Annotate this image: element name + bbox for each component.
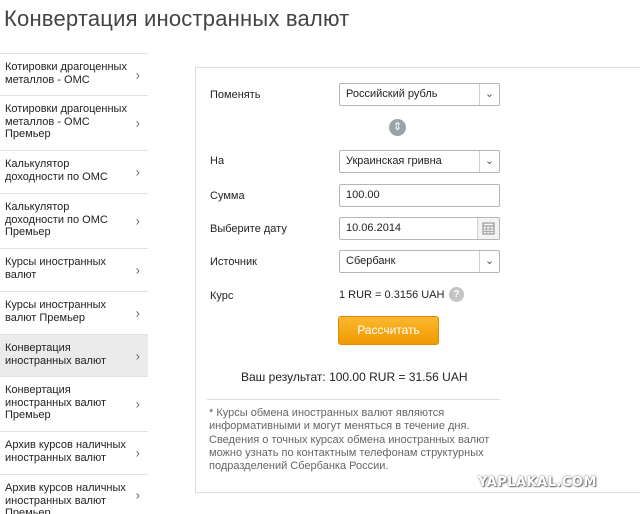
chevron-right-icon: › <box>135 262 140 278</box>
swap-currencies-icon[interactable]: ⇕ <box>389 119 406 136</box>
amount-label: Сумма <box>210 190 245 202</box>
sidebar-item-fx-rates-premier[interactable]: Курсы иностранных валют Премьер › <box>0 291 148 334</box>
sidebar-item-fx-conversion-premier[interactable]: Конвертация иностранных валют Премьер › <box>0 376 148 431</box>
sidebar-item-oms-calculator[interactable]: Калькулятор доходности по ОМС › <box>0 150 148 193</box>
page-title: Конвертация иностранных валют <box>4 6 350 31</box>
chevron-right-icon: › <box>135 115 140 131</box>
from-currency-value: Российский рубль <box>346 88 438 100</box>
chevron-right-icon: › <box>135 164 140 180</box>
to-currency-select[interactable]: Украинская гривна ⌄ <box>339 150 500 173</box>
chevron-right-icon: › <box>135 348 140 363</box>
calculate-button[interactable]: Рассчитать <box>338 316 439 345</box>
sidebar-item-label: Курсы иностранных валют <box>5 256 107 281</box>
sidebar-item-cash-archive[interactable]: Архив курсов наличных иностранных валют … <box>0 431 148 474</box>
sidebar-item-oms-quotes-premier[interactable]: Котировки драгоценных металлов - ОМС Пре… <box>0 95 148 150</box>
chevron-right-icon: › <box>135 445 140 461</box>
divider <box>207 399 500 400</box>
chevron-right-icon: › <box>135 487 140 502</box>
date-label: Выберите дату <box>210 223 287 235</box>
sidebar-item-label: Архив курсов наличных иностранных валют … <box>5 482 126 514</box>
disclaimer-note: * Курсы обмена иностранных валют являютс… <box>209 407 490 473</box>
source-value: Сбербанк <box>346 255 396 267</box>
chevron-right-icon: › <box>135 213 140 229</box>
to-currency-label: На <box>210 155 225 167</box>
sidebar-item-fx-conversion[interactable]: Конвертация иностранных валют › <box>0 334 148 376</box>
rate-label: Курс <box>210 290 234 302</box>
sidebar-item-label: Конвертация иностранных валют Премьер <box>5 384 107 421</box>
sidebar-item-cash-archive-premier[interactable]: Архив курсов наличных иностранных валют … <box>0 474 148 514</box>
amount-input[interactable]: 100.00 <box>339 184 500 207</box>
sidebar-item-label: Котировки драгоценных металлов - ОМС Пре… <box>5 103 127 140</box>
help-icon[interactable]: ? <box>449 287 464 302</box>
amount-value: 100.00 <box>346 189 380 201</box>
sidebar-item-label: Калькулятор доходности по ОМС Премьер <box>5 201 108 238</box>
watermark: YAPLAKAL.COM <box>478 475 597 490</box>
sidebar-item-label: Курсы иностранных валют Премьер <box>5 299 107 324</box>
chevron-right-icon: › <box>135 305 140 321</box>
sidebar-item-fx-rates[interactable]: Курсы иностранных валют › <box>0 248 148 291</box>
sidebar-item-oms-quotes[interactable]: Котировки драгоценных металлов - ОМС › <box>0 53 148 95</box>
date-input[interactable]: 10.06.2014 <box>339 217 500 240</box>
conversion-result: Ваш результат: 100.00 RUR = 31.56 UAH <box>241 370 468 384</box>
sidebar-item-label: Конвертация иностранных валют <box>5 342 107 367</box>
sidebar-item-label: Архив курсов наличных иностранных валют <box>5 439 126 464</box>
from-currency-select[interactable]: Российский рубль ⌄ <box>339 83 500 106</box>
source-label: Источник <box>210 256 257 268</box>
chevron-down-icon: ⌄ <box>479 251 499 272</box>
date-value: 10.06.2014 <box>346 222 402 234</box>
calendar-icon[interactable] <box>477 218 499 239</box>
chevron-right-icon: › <box>135 396 140 412</box>
sidebar-item-oms-calculator-premier[interactable]: Калькулятор доходности по ОМС Премьер › <box>0 193 148 248</box>
chevron-right-icon: › <box>135 67 140 82</box>
to-currency-value: Украинская гривна <box>346 155 442 167</box>
rate-value: 1 RUR = 0.3156 UAH <box>339 289 445 301</box>
source-select[interactable]: Сбербанк ⌄ <box>339 250 500 273</box>
sidebar-item-label: Котировки драгоценных металлов - ОМС <box>5 61 127 86</box>
sidebar-nav: Котировки драгоценных металлов - ОМС › К… <box>0 53 148 514</box>
chevron-down-icon: ⌄ <box>479 151 499 172</box>
chevron-down-icon: ⌄ <box>479 84 499 105</box>
sidebar-item-label: Калькулятор доходности по ОМС <box>5 158 108 183</box>
from-currency-label: Поменять <box>210 89 261 101</box>
